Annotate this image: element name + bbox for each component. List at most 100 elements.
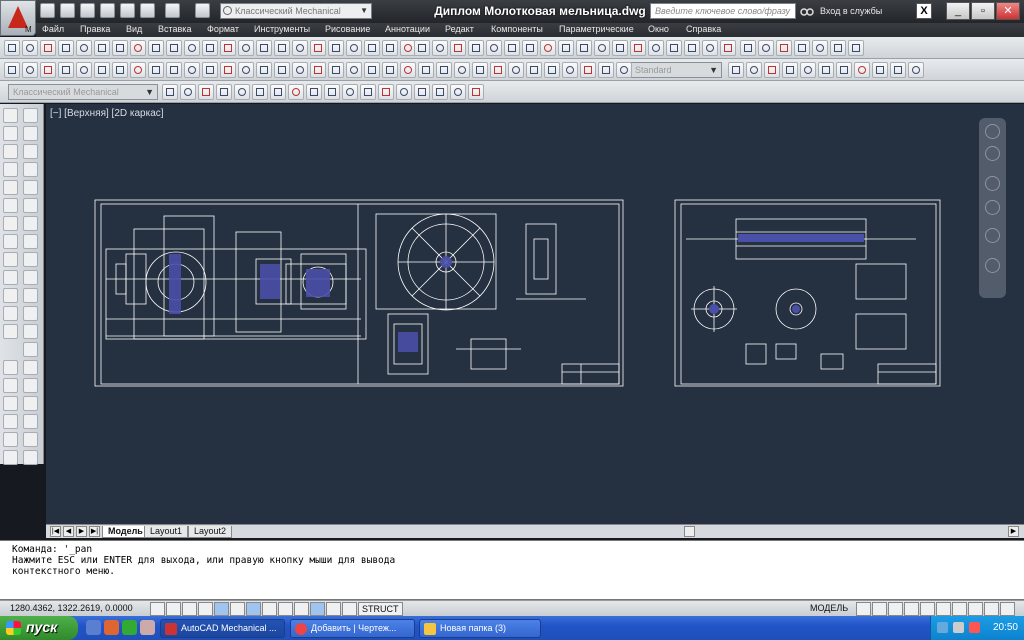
text-tool-icon[interactable] <box>908 62 924 78</box>
menu-parametric[interactable]: Параметрические <box>559 24 634 34</box>
palette-tool-icon[interactable] <box>3 198 18 213</box>
properties-tool-icon[interactable] <box>776 40 792 56</box>
draw-tool-icon[interactable] <box>256 62 272 78</box>
drafting-toggle-button[interactable] <box>214 602 229 616</box>
mechanical-tool-icon[interactable] <box>270 84 286 100</box>
properties-tool-icon[interactable] <box>758 40 774 56</box>
palette-tool-icon[interactable] <box>3 396 18 411</box>
next-tab-nav-icon[interactable]: ▶ <box>76 526 87 537</box>
dimension-tool-icon[interactable] <box>702 40 718 56</box>
draw-tool-icon[interactable] <box>112 62 128 78</box>
palette-tool-icon[interactable] <box>23 378 38 393</box>
tab-layout2[interactable]: Layout2 <box>188 526 233 538</box>
draw-tool-icon[interactable] <box>328 62 344 78</box>
standard-tool-icon[interactable] <box>382 40 398 56</box>
menu-view[interactable]: Вид <box>126 24 142 34</box>
status-tool-button[interactable] <box>872 602 887 616</box>
coordinates-readout[interactable]: 1280.4362, 1322.2619, 0.0000 <box>10 603 133 613</box>
draw-tool-icon[interactable] <box>346 62 362 78</box>
text-tool-icon[interactable] <box>854 62 870 78</box>
draw-tool-icon[interactable] <box>544 62 560 78</box>
dimension-tool-icon[interactable] <box>558 40 574 56</box>
menu-modify[interactable]: Редакт <box>445 24 474 34</box>
palette-tool-icon[interactable] <box>3 252 18 267</box>
status-tool-button[interactable] <box>968 602 983 616</box>
dimension-tool-icon[interactable] <box>450 40 466 56</box>
draw-tool-icon[interactable] <box>562 62 578 78</box>
close-button[interactable]: ✕ <box>996 2 1020 20</box>
palette-tool-icon[interactable] <box>3 216 18 231</box>
palette-tool-icon[interactable] <box>23 162 38 177</box>
dimension-tool-icon[interactable] <box>612 40 628 56</box>
application-menu-button[interactable]: M <box>0 0 36 36</box>
sign-in-button[interactable]: Вход в службы <box>820 4 882 18</box>
dimension-tool-icon[interactable] <box>540 40 556 56</box>
dimension-tool-icon[interactable] <box>576 40 592 56</box>
mechanical-tool-icon[interactable] <box>360 84 376 100</box>
standard-tool-icon[interactable] <box>22 40 38 56</box>
viewport-controls-label[interactable]: [−] [Верхняя] [2D каркас] <box>50 108 164 119</box>
drafting-toggle-button[interactable] <box>230 602 245 616</box>
palette-tool-icon[interactable] <box>23 198 38 213</box>
mechanical-tool-icon[interactable] <box>234 84 250 100</box>
quicklaunch-icon-1[interactable] <box>86 620 101 635</box>
open-file-icon[interactable] <box>60 3 75 18</box>
drafting-toggle-button[interactable] <box>278 602 293 616</box>
draw-tool-icon[interactable] <box>616 62 632 78</box>
draw-tool-icon[interactable] <box>382 62 398 78</box>
mechanical-tool-icon[interactable] <box>378 84 394 100</box>
draw-tool-icon[interactable] <box>580 62 596 78</box>
prev-tab-nav-icon[interactable]: ◀ <box>63 526 74 537</box>
palette-tool-icon[interactable] <box>3 324 18 339</box>
workspace-switch-icon[interactable] <box>195 3 210 18</box>
text-tool-icon[interactable] <box>728 62 744 78</box>
first-tab-nav-icon[interactable]: |◀ <box>50 526 61 537</box>
draw-tool-icon[interactable] <box>472 62 488 78</box>
draw-tool-icon[interactable] <box>94 62 110 78</box>
mechanical-tool-icon[interactable] <box>450 84 466 100</box>
showmotion-icon[interactable] <box>985 258 1000 273</box>
draw-tool-icon[interactable] <box>166 62 182 78</box>
palette-tool-icon[interactable] <box>3 234 18 249</box>
draw-tool-icon[interactable] <box>238 62 254 78</box>
draw-tool-icon[interactable] <box>400 62 416 78</box>
network-icon[interactable] <box>937 622 948 633</box>
palette-tool-icon[interactable] <box>23 252 38 267</box>
palette-tool-icon[interactable] <box>23 126 38 141</box>
status-tool-button[interactable] <box>920 602 935 616</box>
standard-tool-icon[interactable] <box>364 40 380 56</box>
drafting-toggle-button[interactable] <box>342 602 357 616</box>
orbit-icon[interactable] <box>985 228 1000 243</box>
standard-tool-icon[interactable] <box>58 40 74 56</box>
menu-edit[interactable]: Правка <box>80 24 110 34</box>
menu-file[interactable]: Файл <box>42 24 64 34</box>
palette-tool-icon[interactable] <box>23 270 38 285</box>
palette-tool-icon[interactable] <box>23 108 38 123</box>
palette-tool-icon[interactable] <box>3 360 18 375</box>
palette-tool-icon[interactable] <box>23 144 38 159</box>
palette-tool-icon[interactable] <box>3 414 18 429</box>
menu-annotations[interactable]: Аннотации <box>385 24 430 34</box>
drafting-toggle-button[interactable] <box>246 602 261 616</box>
mechanical-tool-icon[interactable] <box>288 84 304 100</box>
draw-tool-icon[interactable] <box>184 62 200 78</box>
draw-tool-icon[interactable] <box>22 62 38 78</box>
status-tool-button[interactable] <box>888 602 903 616</box>
standard-tool-icon[interactable] <box>4 40 20 56</box>
palette-tool-icon[interactable] <box>3 450 18 465</box>
text-tool-icon[interactable] <box>800 62 816 78</box>
draw-tool-icon[interactable] <box>292 62 308 78</box>
standard-tool-icon[interactable] <box>148 40 164 56</box>
draw-tool-icon[interactable] <box>508 62 524 78</box>
palette-tool-icon[interactable] <box>23 324 38 339</box>
mechanical-tool-icon[interactable] <box>432 84 448 100</box>
properties-tool-icon[interactable] <box>848 40 864 56</box>
antivirus-icon[interactable] <box>969 622 980 633</box>
dimension-tool-icon[interactable] <box>666 40 682 56</box>
task-autocad[interactable]: AutoCAD Mechanical ... <box>160 619 285 638</box>
palette-tool-icon[interactable] <box>3 432 18 447</box>
standard-tool-icon[interactable] <box>256 40 272 56</box>
maximize-button[interactable]: ▫ <box>971 2 995 20</box>
standard-tool-icon[interactable] <box>40 40 56 56</box>
quicklaunch-icon-4[interactable] <box>140 620 155 635</box>
